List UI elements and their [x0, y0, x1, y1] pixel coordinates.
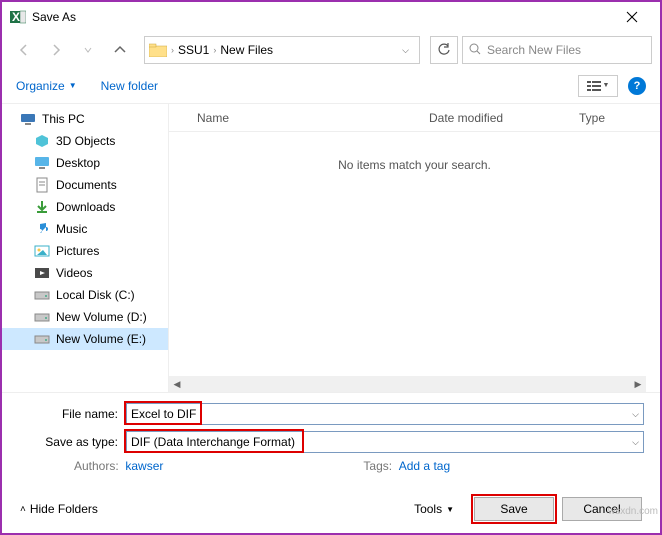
folder-icon	[149, 42, 167, 58]
tree-item-music[interactable]: Music	[2, 218, 168, 240]
filetype-select[interactable]: DIF (Data Interchange Format) ⌵	[126, 431, 644, 453]
videos-icon	[34, 265, 50, 281]
horizontal-scrollbar[interactable]: ◀ ▶	[169, 376, 646, 392]
tree-item-label: 3D Objects	[56, 134, 115, 148]
breadcrumb-item[interactable]: SSU1	[174, 43, 213, 57]
documents-icon	[34, 177, 50, 193]
chevron-down-icon[interactable]: ⌵	[632, 437, 639, 448]
disk-icon	[34, 287, 50, 303]
excel-icon: X	[10, 9, 26, 25]
tree-item-desktop[interactable]: Desktop	[2, 152, 168, 174]
empty-message: No items match your search.	[169, 158, 660, 172]
back-button[interactable]	[10, 38, 38, 62]
scroll-left-icon[interactable]: ◀	[169, 376, 185, 392]
tree-item-label: Documents	[56, 178, 117, 192]
pc-icon	[20, 111, 36, 127]
tree-item-label: Music	[56, 222, 87, 236]
save-as-dialog: X Save As › SSU1 › New Files ⌵ Search Ne…	[0, 0, 662, 535]
tree-item-label: Downloads	[56, 200, 115, 214]
view-options-button[interactable]: ▼	[578, 75, 618, 97]
body: This PC 3D Objects Desktop Documents Downloa…	[2, 104, 660, 392]
tree-item-label: Desktop	[56, 156, 100, 170]
search-placeholder: Search New Files	[487, 43, 581, 57]
search-input[interactable]: Search New Files	[462, 36, 652, 64]
tree-item-3d-objects[interactable]: 3D Objects	[2, 130, 168, 152]
tree-item-label: Videos	[56, 266, 92, 280]
tree-item-new-volume-e-[interactable]: New Volume (E:)	[2, 328, 168, 350]
tree-item-label: New Volume (E:)	[56, 332, 146, 346]
refresh-button[interactable]	[430, 36, 458, 64]
column-headers: Name Date modified Type	[169, 104, 660, 132]
filetype-label: Save as type:	[18, 435, 126, 449]
downloads-icon	[34, 199, 50, 215]
column-date[interactable]: Date modified	[429, 111, 579, 125]
bottom-panel: File name: Excel to DIF ⌵ Save as type: …	[2, 392, 660, 533]
tree-item-videos[interactable]: Videos	[2, 262, 168, 284]
save-button[interactable]: Save	[474, 497, 554, 521]
filename-input[interactable]: Excel to DIF ⌵	[126, 403, 644, 425]
tree-item-label: This PC	[42, 112, 85, 126]
authors-value[interactable]: kawser	[125, 459, 163, 473]
new-folder-button[interactable]: New folder	[101, 79, 158, 93]
search-icon	[469, 43, 481, 58]
chevron-down-icon[interactable]: ⌵	[632, 409, 639, 420]
disk-icon	[34, 309, 50, 325]
titlebar: X Save As	[2, 2, 660, 32]
organize-button[interactable]: Organize ▼	[16, 79, 77, 93]
recent-dropdown[interactable]	[74, 38, 102, 62]
toolbar: Organize ▼ New folder ▼ ?	[2, 68, 660, 104]
bottom-row: ˄ Hide Folders Tools ▼ Save Cancel	[18, 497, 644, 525]
chevron-up-icon: ˄	[20, 504, 26, 515]
column-type[interactable]: Type	[579, 111, 605, 125]
file-pane: Name Date modified Type No items match y…	[168, 104, 660, 392]
address-bar[interactable]: › SSU1 › New Files ⌵	[144, 36, 420, 64]
tree-item-documents[interactable]: Documents	[2, 174, 168, 196]
tools-dropdown[interactable]: Tools ▼	[414, 502, 454, 516]
tree-item-label: New Volume (D:)	[56, 310, 147, 324]
column-name[interactable]: Name	[169, 111, 429, 125]
tags-value[interactable]: Add a tag	[399, 459, 450, 473]
scroll-right-icon[interactable]: ▶	[630, 376, 646, 392]
chevron-down-icon: ▼	[446, 505, 454, 514]
tree-item-label: Pictures	[56, 244, 99, 258]
chevron-down-icon: ▼	[69, 81, 77, 90]
disk-icon	[34, 331, 50, 347]
3d-icon	[34, 133, 50, 149]
nav-row: › SSU1 › New Files ⌵ Search New Files	[2, 32, 660, 68]
watermark: wsxdn.com	[608, 506, 658, 517]
address-dropdown[interactable]: ⌵	[396, 45, 415, 56]
pictures-icon	[34, 243, 50, 259]
filetype-field: Save as type: DIF (Data Interchange Form…	[18, 431, 644, 453]
tree-item-this-pc[interactable]: This PC	[2, 108, 168, 130]
authors-label: Authors:	[74, 459, 119, 473]
tree-item-label: Local Disk (C:)	[56, 288, 135, 302]
hide-folders-button[interactable]: ˄ Hide Folders	[20, 502, 98, 516]
tree-item-new-volume-d-[interactable]: New Volume (D:)	[2, 306, 168, 328]
desktop-icon	[34, 155, 50, 171]
window-title: Save As	[32, 10, 612, 24]
tags-label: Tags:	[363, 459, 392, 473]
filename-label: File name:	[18, 407, 126, 421]
music-icon	[34, 221, 50, 237]
folder-tree[interactable]: This PC 3D Objects Desktop Documents Downloa…	[2, 104, 168, 392]
up-button[interactable]	[106, 38, 134, 62]
filename-field: File name: Excel to DIF ⌵	[18, 403, 644, 425]
tree-item-downloads[interactable]: Downloads	[2, 196, 168, 218]
forward-button[interactable]	[42, 38, 70, 62]
breadcrumb-item[interactable]: New Files	[216, 43, 277, 57]
help-button[interactable]: ?	[628, 77, 646, 95]
close-button[interactable]	[612, 3, 652, 31]
tree-item-pictures[interactable]: Pictures	[2, 240, 168, 262]
svg-text:X: X	[12, 10, 20, 24]
tree-item-local-disk-c-[interactable]: Local Disk (C:)	[2, 284, 168, 306]
metadata-row: Authors: kawser Tags: Add a tag	[18, 459, 644, 473]
